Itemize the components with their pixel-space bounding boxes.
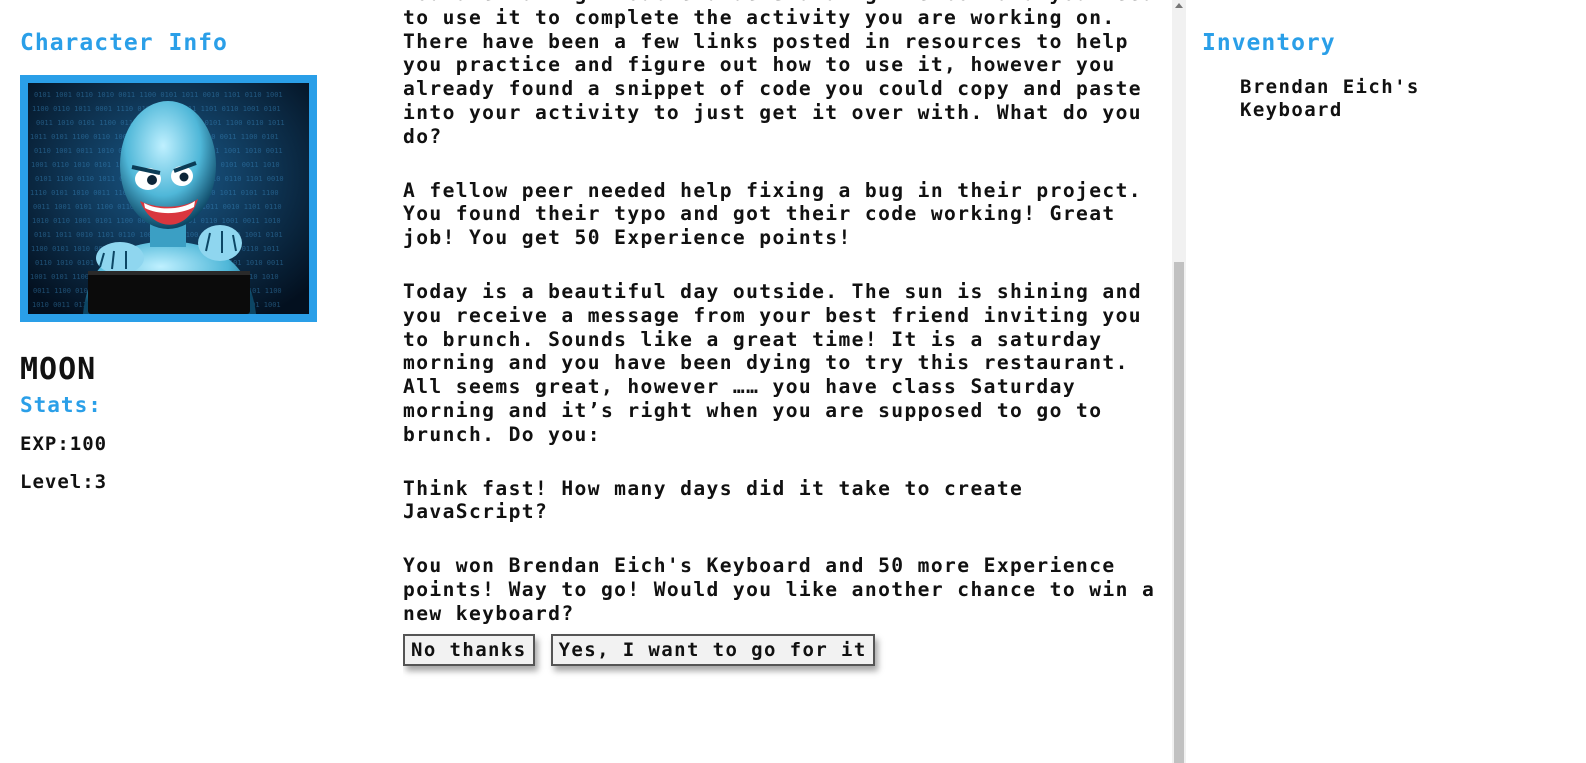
character-info-title: Character Info <box>20 30 228 56</box>
go-for-it-button[interactable]: Yes, I want to go for it <box>550 633 875 666</box>
stat-exp: EXP:100 <box>20 433 108 455</box>
story-paragraph: A fellow peer needed help fixing a bug i… <box>403 178 1156 250</box>
story-panel: You are having trouble understanding fle… <box>403 0 1163 763</box>
stats-title: Stats: <box>20 393 102 417</box>
character-panel: Character Info 0101 1001 0110 1010 0011 … <box>20 30 320 493</box>
character-avatar: 0101 1001 0110 1010 0011 1100 0101 1011 … <box>20 75 317 322</box>
character-name: MOON <box>20 352 97 387</box>
choice-buttons: No thanks Yes, I want to go for it <box>403 633 1163 666</box>
svg-text:0101 1001 0110 1010 0011 1100: 0101 1001 0110 1010 0011 1100 0101 1011 … <box>34 91 283 99</box>
story-scrollbar[interactable] <box>1172 0 1186 763</box>
inventory-title: Inventory <box>1202 30 1336 56</box>
story-paragraph: Today is a beautiful day outside. The su… <box>403 279 1156 446</box>
inventory-list: Brendan Eich's Keyboard <box>1240 76 1562 122</box>
inventory-item: Brendan Eich's Keyboard <box>1240 76 1420 121</box>
stat-level: Level:3 <box>20 471 108 493</box>
story-paragraph: Think fast! How many days did it take to… <box>403 476 1037 524</box>
robot-hacker-avatar-icon: 0101 1001 0110 1010 0011 1100 0101 1011 … <box>28 83 309 314</box>
story-scroll-content: You are having trouble understanding fle… <box>403 0 1163 666</box>
inventory-panel: Inventory Brendan Eich's Keyboard <box>1202 30 1562 122</box>
no-thanks-button[interactable]: No thanks <box>403 633 535 666</box>
scrollbar-thumb[interactable] <box>1174 262 1184 763</box>
story-paragraph: You are having trouble understanding fle… <box>403 0 1154 148</box>
scroll-up-arrow-icon[interactable] <box>1175 3 1183 8</box>
story-paragraph: You won Brendan Eich's Keyboard and 50 m… <box>403 554 1156 625</box>
